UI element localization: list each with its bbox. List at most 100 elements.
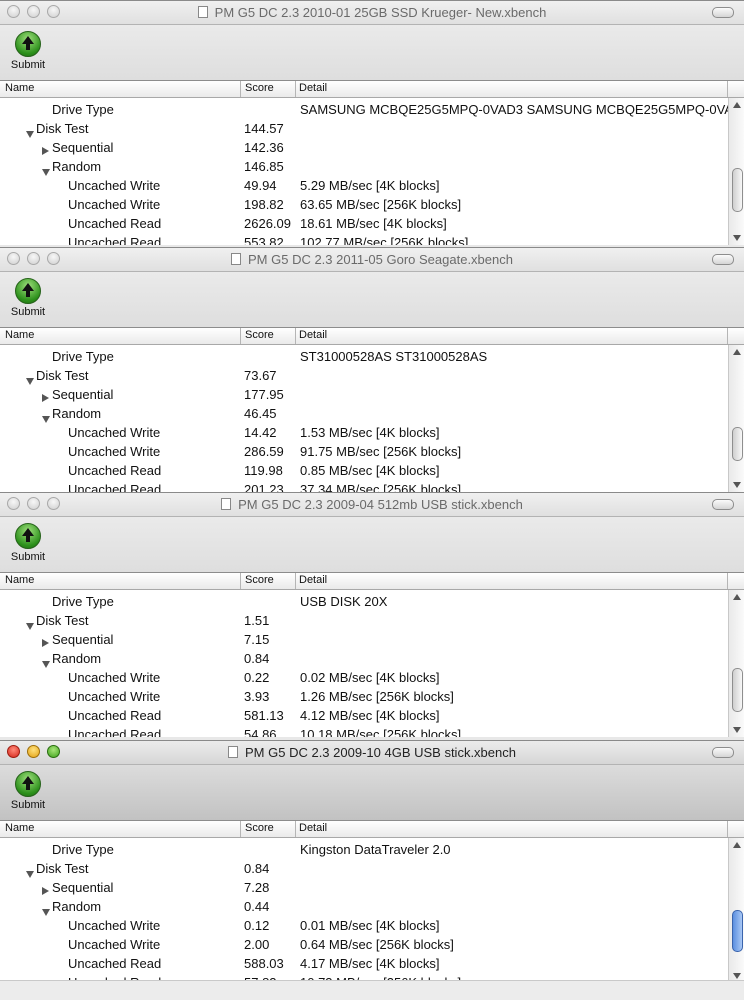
column-divider[interactable] (295, 573, 296, 589)
column-header-score[interactable]: Score (245, 574, 274, 586)
column-divider[interactable] (295, 81, 296, 97)
outline-row[interactable]: Uncached Read 119.98 0.85 MB/sec [4K block… (0, 462, 728, 481)
outline-row[interactable]: Random 0.44 (0, 898, 728, 917)
scroll-down-arrow-icon[interactable] (733, 727, 741, 733)
row-score: 1.51 (244, 613, 270, 628)
column-header-name[interactable]: Name (5, 822, 34, 834)
column-divider[interactable] (240, 81, 241, 97)
window-titlebar[interactable]: PM G5 DC 2.3 2011-05 Goro Seagate.xbench (0, 248, 744, 272)
column-header-detail[interactable]: Detail (299, 574, 327, 586)
scrollbar-thumb[interactable] (732, 168, 743, 212)
row-score: 49.94 (244, 178, 277, 193)
scrollbar-thumb[interactable] (732, 910, 743, 952)
toolbar-toggle-button[interactable] (712, 254, 734, 265)
disclosure-triangle-icon[interactable] (42, 390, 49, 405)
disclosure-triangle-icon[interactable] (42, 143, 49, 158)
toolbar-toggle-button[interactable] (712, 7, 734, 18)
outline-row[interactable]: Uncached Read 581.13 4.12 MB/sec [4K block… (0, 707, 728, 726)
outline-row[interactable]: Uncached Write 0.22 0.02 MB/sec [4K blocks… (0, 669, 728, 688)
scroll-down-arrow-icon[interactable] (733, 973, 741, 979)
outline-row[interactable]: Drive Type USB DISK 20X (0, 593, 728, 612)
submit-button[interactable]: Submit (7, 278, 49, 318)
column-header-detail[interactable]: Detail (299, 329, 327, 341)
column-header-detail[interactable]: Detail (299, 822, 327, 834)
outline-row[interactable]: Random 46.45 (0, 405, 728, 424)
window-titlebar[interactable]: PM G5 DC 2.3 2009-04 512mb USB stick.xbe… (0, 493, 744, 517)
outline-row[interactable]: Sequential 142.36 (0, 139, 728, 158)
outline-row[interactable]: Sequential 177.95 (0, 386, 728, 405)
column-divider[interactable] (295, 821, 296, 837)
column-header-score[interactable]: Score (245, 822, 274, 834)
submit-button[interactable]: Submit (7, 523, 49, 563)
column-header: Name Score Detail (0, 328, 744, 345)
row-name: Uncached Write (68, 937, 161, 952)
row-name: Random (52, 406, 102, 421)
column-header-name[interactable]: Name (5, 574, 34, 586)
row-detail: 102.77 MB/sec [256K blocks] (300, 235, 469, 245)
outline-row[interactable]: Disk Test 1.51 (0, 612, 728, 631)
outline-row[interactable]: Uncached Read 2626.09 18.61 MB/sec [4K blo… (0, 215, 728, 234)
window-titlebar[interactable]: PM G5 DC 2.3 2010-01 25GB SSD Krueger- N… (0, 1, 744, 25)
scroll-up-arrow-icon[interactable] (733, 349, 741, 355)
window-titlebar[interactable]: PM G5 DC 2.3 2009-10 4GB USB stick.xbenc… (0, 741, 744, 765)
disclosure-triangle-icon[interactable] (42, 883, 49, 898)
outline-row[interactable]: Random 146.85 (0, 158, 728, 177)
outline-row[interactable]: Uncached Write 0.12 0.01 MB/sec [4K blocks… (0, 917, 728, 936)
toolbar: Submit (0, 25, 744, 81)
row-score: 119.98 (244, 463, 283, 478)
outline-row[interactable]: Drive Type ST31000528AS ST31000528AS (0, 348, 728, 367)
toolbar-toggle-button[interactable] (712, 747, 734, 758)
submit-button[interactable]: Submit (7, 31, 49, 71)
outline-row[interactable]: Uncached Read 588.03 4.17 MB/sec [4K block… (0, 955, 728, 974)
scroll-up-arrow-icon[interactable] (733, 102, 741, 108)
column-divider[interactable] (295, 328, 296, 344)
row-name: Disk Test (36, 861, 89, 876)
outline-row[interactable]: Uncached Write 3.93 1.26 MB/sec [256K bloc… (0, 688, 728, 707)
scroll-up-arrow-icon[interactable] (733, 594, 741, 600)
submit-label: Submit (10, 59, 46, 71)
row-name: Random (52, 159, 102, 174)
vertical-scrollbar[interactable] (728, 345, 744, 492)
submit-button[interactable]: Submit (7, 771, 49, 811)
outline-row[interactable]: Uncached Read 54.86 10.18 MB/sec [256K blo… (0, 726, 728, 737)
toolbar: Submit (0, 765, 744, 821)
column-header-name[interactable]: Name (5, 329, 34, 341)
scrollbar-thumb[interactable] (732, 668, 743, 712)
scroll-up-arrow-icon[interactable] (733, 842, 741, 848)
column-divider[interactable] (240, 573, 241, 589)
column-header-score[interactable]: Score (245, 82, 274, 94)
outline-row[interactable]: Uncached Write 198.82 63.65 MB/sec [256K b… (0, 196, 728, 215)
column-header-name[interactable]: Name (5, 82, 34, 94)
outline-row[interactable]: Disk Test 144.57 (0, 120, 728, 139)
outline-row[interactable]: Uncached Read 553.82 102.77 MB/sec [256K b… (0, 234, 728, 245)
column-divider[interactable] (240, 328, 241, 344)
toolbar-toggle-button[interactable] (712, 499, 734, 510)
vertical-scrollbar[interactable] (728, 838, 744, 983)
scrollbar-thumb[interactable] (732, 427, 743, 461)
column-header-score[interactable]: Score (245, 329, 274, 341)
column-divider[interactable] (240, 821, 241, 837)
outline-row[interactable]: Random 0.84 (0, 650, 728, 669)
row-name: Sequential (52, 880, 114, 895)
outline-row[interactable]: Drive Type SAMSUNG MCBQE25G5MPQ-0VAD3 SAM… (0, 101, 744, 120)
disclosure-triangle-icon[interactable] (42, 635, 49, 650)
submit-label: Submit (10, 799, 46, 811)
scroll-down-arrow-icon[interactable] (733, 482, 741, 488)
outline-row[interactable]: Uncached Write 2.00 0.64 MB/sec [256K bloc… (0, 936, 728, 955)
outline-row[interactable]: Drive Type Kingston DataTraveler 2.0 (0, 841, 728, 860)
outline-row[interactable]: Disk Test 73.67 (0, 367, 728, 386)
scroll-down-arrow-icon[interactable] (733, 235, 741, 241)
outline-row[interactable]: Sequential 7.28 (0, 879, 728, 898)
outline-row[interactable]: Uncached Write 14.42 1.53 MB/sec [4K block… (0, 424, 728, 443)
row-score: 3.93 (244, 689, 270, 704)
vertical-scrollbar[interactable] (728, 98, 744, 245)
outline-row[interactable]: Uncached Write 49.94 5.29 MB/sec [4K block… (0, 177, 728, 196)
outline-row[interactable]: Sequential 7.15 (0, 631, 728, 650)
outline-row[interactable]: Uncached Read 201.23 37.34 MB/sec [256K bl… (0, 481, 728, 492)
column-header-detail[interactable]: Detail (299, 82, 327, 94)
row-score: 144.57 (244, 121, 284, 136)
outline-row[interactable]: Disk Test 0.84 (0, 860, 728, 879)
outline-row[interactable]: Uncached Write 286.59 91.75 MB/sec [256K b… (0, 443, 728, 462)
document-icon (228, 746, 239, 758)
vertical-scrollbar[interactable] (728, 590, 744, 737)
